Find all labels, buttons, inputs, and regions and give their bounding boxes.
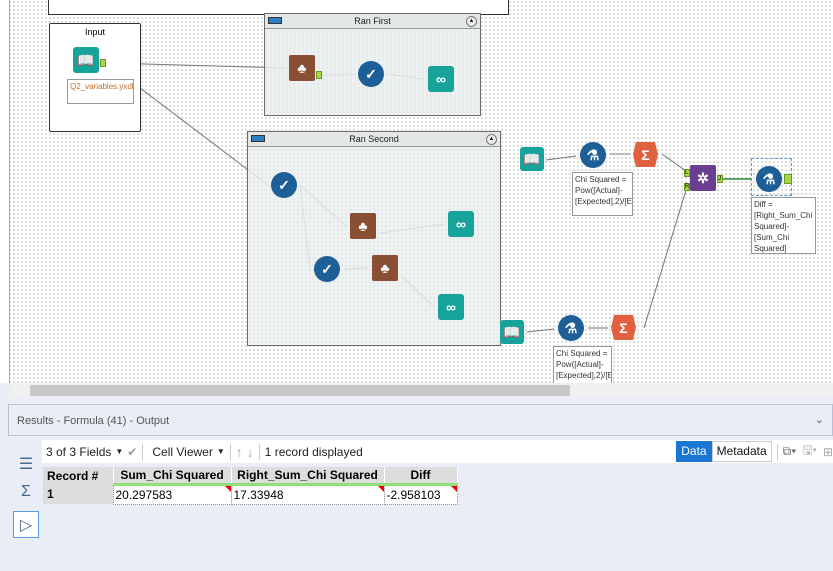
- column-header[interactable]: Sum_Chi Squared: [113, 467, 232, 486]
- input-file-label: Q2_variables.yxdb: [67, 79, 134, 104]
- flag-icon: [450, 485, 457, 492]
- container-toggle[interactable]: [268, 17, 282, 24]
- output-anchor[interactable]: [316, 71, 322, 79]
- add-icon[interactable]: ⊞: [823, 445, 833, 459]
- browse-tool[interactable]: ∞: [438, 294, 464, 320]
- collapse-icon[interactable]: ▲: [486, 134, 497, 145]
- browse-tool[interactable]: ∞: [428, 66, 454, 92]
- book-icon: 📖: [503, 323, 521, 340]
- flag-icon: [377, 485, 384, 492]
- workflow-canvas[interactable]: Input 📖 Q2_variables.yxdb Ran First ▲ ♣ ✓…: [0, 0, 833, 383]
- results-toolbar: 3 of 3 Fields ▼ ✔ Cell Viewer ▼ ↑ ↓ 1 re…: [42, 440, 833, 463]
- flask-icon: ⚗: [564, 319, 578, 336]
- record-count: 1 record displayed: [264, 444, 363, 459]
- tree-icon: ♣: [358, 218, 368, 234]
- container-title: Ran First: [354, 16, 391, 26]
- score-tool[interactable]: ✓: [271, 172, 297, 198]
- container-toggle[interactable]: [251, 135, 265, 142]
- join-j-anchor[interactable]: J: [717, 175, 723, 183]
- table-cell[interactable]: 20.297583: [112, 483, 232, 505]
- arrow-up-icon[interactable]: ↑: [236, 444, 243, 460]
- container-title: Input: [84, 27, 106, 37]
- output-anchor[interactable]: [784, 174, 792, 184]
- summarize-tool[interactable]: Σ: [611, 315, 636, 340]
- table-cell[interactable]: 17.33948: [230, 483, 385, 505]
- column-header[interactable]: Diff: [384, 467, 458, 486]
- summarize-tool[interactable]: Σ: [633, 142, 658, 167]
- flask-icon: ⚗: [762, 170, 776, 187]
- score-tool[interactable]: ✓: [358, 61, 384, 87]
- formula-annotation: Chi Squared = Pow([Actual]-[Expected],2)…: [553, 346, 612, 383]
- connection: [643, 186, 688, 329]
- results-header: Results - Formula (41) - Output ⌄: [8, 404, 833, 436]
- table-cell[interactable]: -2.958103: [383, 483, 458, 505]
- table-header-row: Record # Sum_Chi Squared Right_Sum_Chi S…: [43, 467, 458, 486]
- copy-icon[interactable]: ⧉▾: [783, 444, 797, 459]
- record-number[interactable]: 1: [43, 484, 113, 504]
- check-icon[interactable]: ✔: [127, 445, 137, 459]
- formula-tool[interactable]: ⚗: [580, 142, 606, 168]
- check-icon: ✓: [321, 260, 333, 277]
- column-header[interactable]: Record #: [43, 467, 114, 484]
- model-tool[interactable]: ♣: [289, 55, 315, 81]
- binoculars-icon: ∞: [456, 216, 466, 232]
- join-right-anchor[interactable]: R: [684, 183, 690, 191]
- table-view-icon[interactable]: ☰: [13, 452, 39, 476]
- input-data-tool[interactable]: 📖: [73, 47, 99, 73]
- table-row: 1 20.297583 17.33948 -2.958103: [43, 483, 458, 505]
- tab-data[interactable]: Data: [676, 441, 712, 462]
- join-left-anchor[interactable]: L: [684, 169, 690, 177]
- connection: [661, 153, 687, 172]
- results-table: Record # Sum_Chi Squared Right_Sum_Chi S…: [43, 467, 458, 505]
- cell-value: 17.33948: [233, 487, 284, 502]
- connection: [545, 155, 577, 161]
- check-icon: ✓: [278, 176, 290, 193]
- sigma-icon: Σ: [619, 319, 628, 336]
- input-data-tool[interactable]: 📖: [520, 147, 544, 171]
- chevron-down-icon[interactable]: ▼: [217, 447, 225, 456]
- formula-tool-selected[interactable]: ⚗: [756, 166, 782, 192]
- cell-value: 20.297583: [115, 487, 173, 502]
- join-icon: ✲: [697, 169, 709, 186]
- browse-tool[interactable]: ∞: [448, 211, 474, 237]
- results-title: Results - Formula (41) - Output: [17, 415, 170, 427]
- chevron-down-icon[interactable]: ▼: [115, 447, 123, 456]
- save-icon[interactable]: 🖫▾: [802, 441, 817, 462]
- join-tool[interactable]: ✲: [690, 165, 716, 191]
- sigma-icon: Σ: [641, 146, 650, 163]
- tree-icon: ♣: [297, 60, 307, 76]
- binoculars-icon: ∞: [436, 71, 446, 87]
- model-tool[interactable]: ♣: [350, 213, 376, 239]
- cell-value: -2.958103: [386, 487, 441, 502]
- collapse-icon[interactable]: ▲: [466, 16, 477, 27]
- fields-selector[interactable]: 3 of 3 Fields: [42, 442, 115, 462]
- book-icon: 📖: [523, 150, 541, 167]
- flask-icon: ⚗: [586, 146, 600, 163]
- output-anchor[interactable]: [100, 59, 106, 67]
- column-header[interactable]: Right_Sum_Chi Squared: [231, 467, 385, 486]
- score-tool[interactable]: ✓: [314, 256, 340, 282]
- scrollbar-thumb[interactable]: [30, 385, 570, 396]
- arrow-down-icon[interactable]: ↓: [247, 444, 254, 460]
- formula-annotation: Diff = [Right_Sum_Chi Squared]-[Sum_Chi …: [751, 197, 816, 254]
- container-title: Ran Second: [349, 134, 399, 144]
- cell-viewer-button[interactable]: Cell Viewer: [148, 442, 216, 462]
- connection: [526, 328, 555, 333]
- tab-metadata[interactable]: Metadata: [711, 441, 772, 462]
- formula-tool[interactable]: ⚗: [558, 315, 584, 341]
- horizontal-scrollbar[interactable]: [10, 383, 833, 398]
- model-tool[interactable]: ♣: [372, 255, 398, 281]
- formula-annotation: Chi Squared = Pow([Actual]-[Expected],2)…: [572, 172, 633, 216]
- chevron-down-icon[interactable]: ⌄: [815, 413, 824, 426]
- binoculars-icon: ∞: [446, 299, 456, 315]
- book-icon: 📖: [77, 51, 95, 68]
- input-data-tool[interactable]: 📖: [500, 320, 524, 344]
- flag-icon: [224, 485, 231, 492]
- check-icon: ✓: [365, 65, 377, 82]
- tree-icon: ♣: [380, 260, 390, 276]
- container-input[interactable]: Input: [49, 23, 141, 132]
- output-anchor-icon[interactable]: ▷: [13, 511, 39, 538]
- input-anchor-icon[interactable]: Σ: [13, 480, 39, 504]
